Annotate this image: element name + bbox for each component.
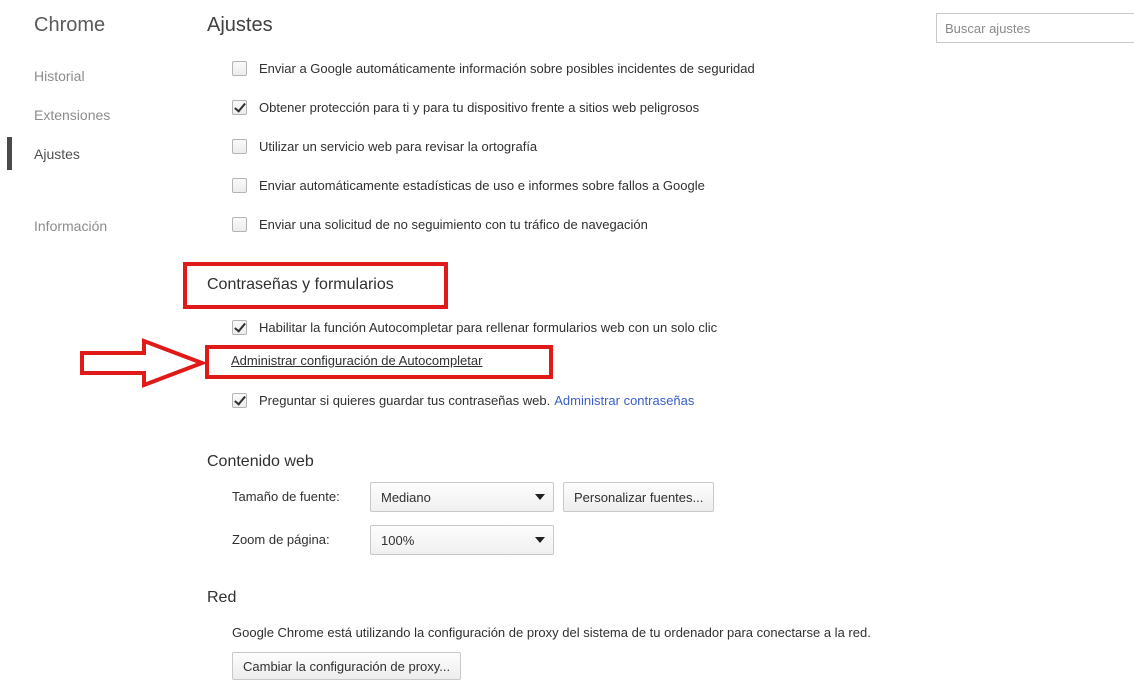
customize-fonts-button[interactable]: Personalizar fuentes...	[563, 482, 715, 512]
select-value: Mediano	[381, 489, 431, 505]
option-label: Obtener protección para ti y para tu dis…	[259, 100, 700, 115]
checkbox[interactable]	[232, 139, 247, 154]
section-title-network: Red	[207, 589, 237, 606]
page-zoom-select[interactable]: 100%	[370, 525, 554, 555]
privacy-option-do-not-track[interactable]: Enviar una solicitud de no seguimiento c…	[232, 217, 648, 232]
select-value: 100%	[381, 532, 415, 548]
option-label: Enviar una solicitud de no seguimiento c…	[259, 217, 648, 232]
search-input[interactable]	[936, 13, 1134, 43]
checkbox-checked[interactable]	[232, 320, 247, 335]
save-passwords-option[interactable]: Preguntar si quieres guardar tus contras…	[232, 393, 694, 408]
annotation-arrow-icon	[80, 338, 208, 388]
sidebar-item-informacion[interactable]: Información	[34, 218, 107, 234]
section-title-passwords: Contraseñas y formularios	[207, 276, 394, 293]
page-title: Ajustes	[207, 14, 273, 36]
checkbox-checked[interactable]	[232, 393, 247, 408]
option-label: Enviar a Google automáticamente informac…	[259, 61, 755, 76]
privacy-option-security-incidents[interactable]: Enviar a Google automáticamente informac…	[232, 61, 755, 76]
sidebar-item-historial[interactable]: Historial	[34, 68, 85, 84]
option-label: Utilizar un servicio web para revisar la…	[259, 139, 538, 154]
sidebar-item-ajustes[interactable]: Ajustes	[34, 146, 80, 162]
app-brand: Chrome	[34, 14, 106, 36]
option-label: Preguntar si quieres guardar tus contras…	[259, 393, 551, 408]
section-title-web-content: Contenido web	[207, 453, 314, 470]
proxy-description: Google Chrome está utilizando la configu…	[232, 625, 871, 640]
active-indicator	[7, 137, 12, 170]
font-size-select[interactable]: Mediano	[370, 482, 554, 512]
chevron-down-icon	[535, 537, 545, 543]
privacy-option-spellcheck[interactable]: Utilizar un servicio web para revisar la…	[232, 139, 537, 154]
option-label: Habilitar la función Autocompletar para …	[259, 320, 718, 335]
manage-passwords-link[interactable]: Administrar contraseñas	[554, 393, 694, 408]
manage-autofill-link[interactable]: Administrar configuración de Autocomplet…	[231, 353, 482, 368]
privacy-option-safe-browsing[interactable]: Obtener protección para ti y para tu dis…	[232, 100, 699, 115]
autofill-option[interactable]: Habilitar la función Autocompletar para …	[232, 320, 717, 335]
chevron-down-icon	[535, 494, 545, 500]
sidebar-item-extensiones[interactable]: Extensiones	[34, 107, 110, 123]
checkbox-checked[interactable]	[232, 100, 247, 115]
checkbox[interactable]	[232, 61, 247, 76]
font-size-label: Tamaño de fuente:	[232, 489, 340, 504]
privacy-option-usage-stats[interactable]: Enviar automáticamente estadísticas de u…	[232, 178, 705, 193]
change-proxy-button[interactable]: Cambiar la configuración de proxy...	[232, 652, 462, 680]
checkbox[interactable]	[232, 217, 247, 232]
checkbox[interactable]	[232, 178, 247, 193]
page-zoom-label: Zoom de página:	[232, 532, 330, 547]
option-label: Enviar automáticamente estadísticas de u…	[259, 178, 705, 193]
